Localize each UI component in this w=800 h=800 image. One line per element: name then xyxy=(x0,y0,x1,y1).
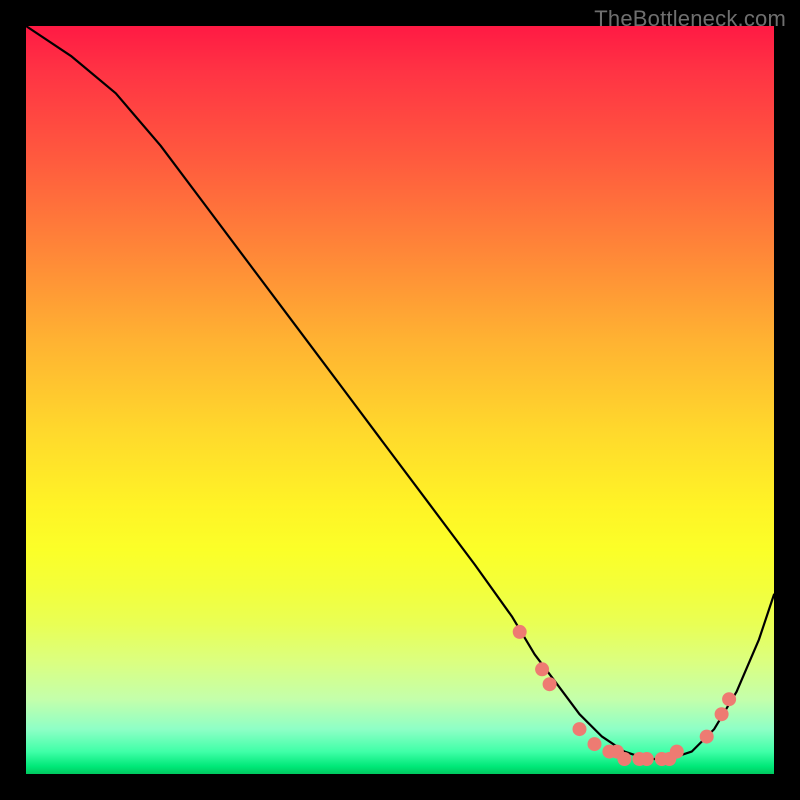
chart-marker xyxy=(715,707,729,721)
chart-frame: TheBottleneck.com xyxy=(0,0,800,800)
chart-svg xyxy=(26,26,774,774)
chart-marker xyxy=(670,745,684,759)
chart-marker xyxy=(640,752,654,766)
chart-marker xyxy=(700,730,714,744)
chart-marker xyxy=(573,722,587,736)
chart-marker xyxy=(617,752,631,766)
chart-marker xyxy=(588,737,602,751)
chart-marker xyxy=(535,662,549,676)
chart-plot-area xyxy=(26,26,774,774)
chart-marker xyxy=(722,692,736,706)
chart-marker xyxy=(543,677,557,691)
chart-marker xyxy=(513,625,527,639)
chart-markers xyxy=(513,625,736,766)
bottleneck-curve xyxy=(26,26,774,759)
